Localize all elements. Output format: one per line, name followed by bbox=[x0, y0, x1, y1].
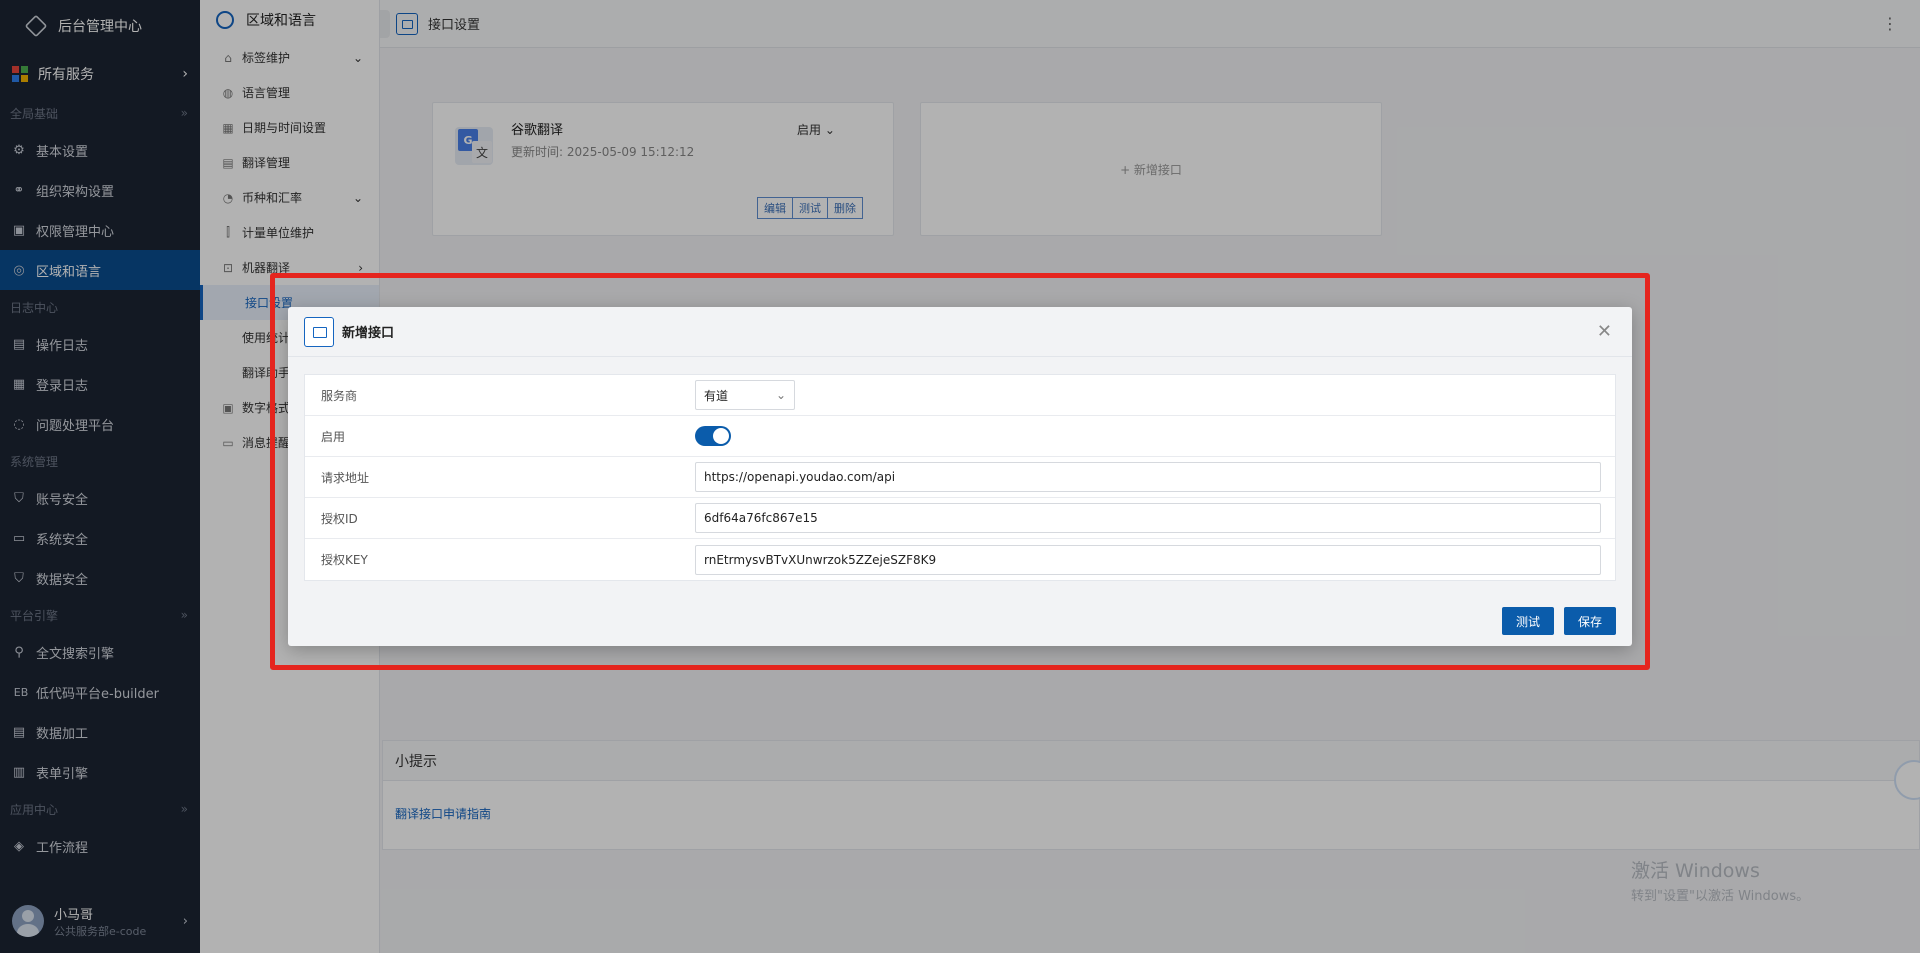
annotation-highlight-box bbox=[270, 273, 1650, 670]
